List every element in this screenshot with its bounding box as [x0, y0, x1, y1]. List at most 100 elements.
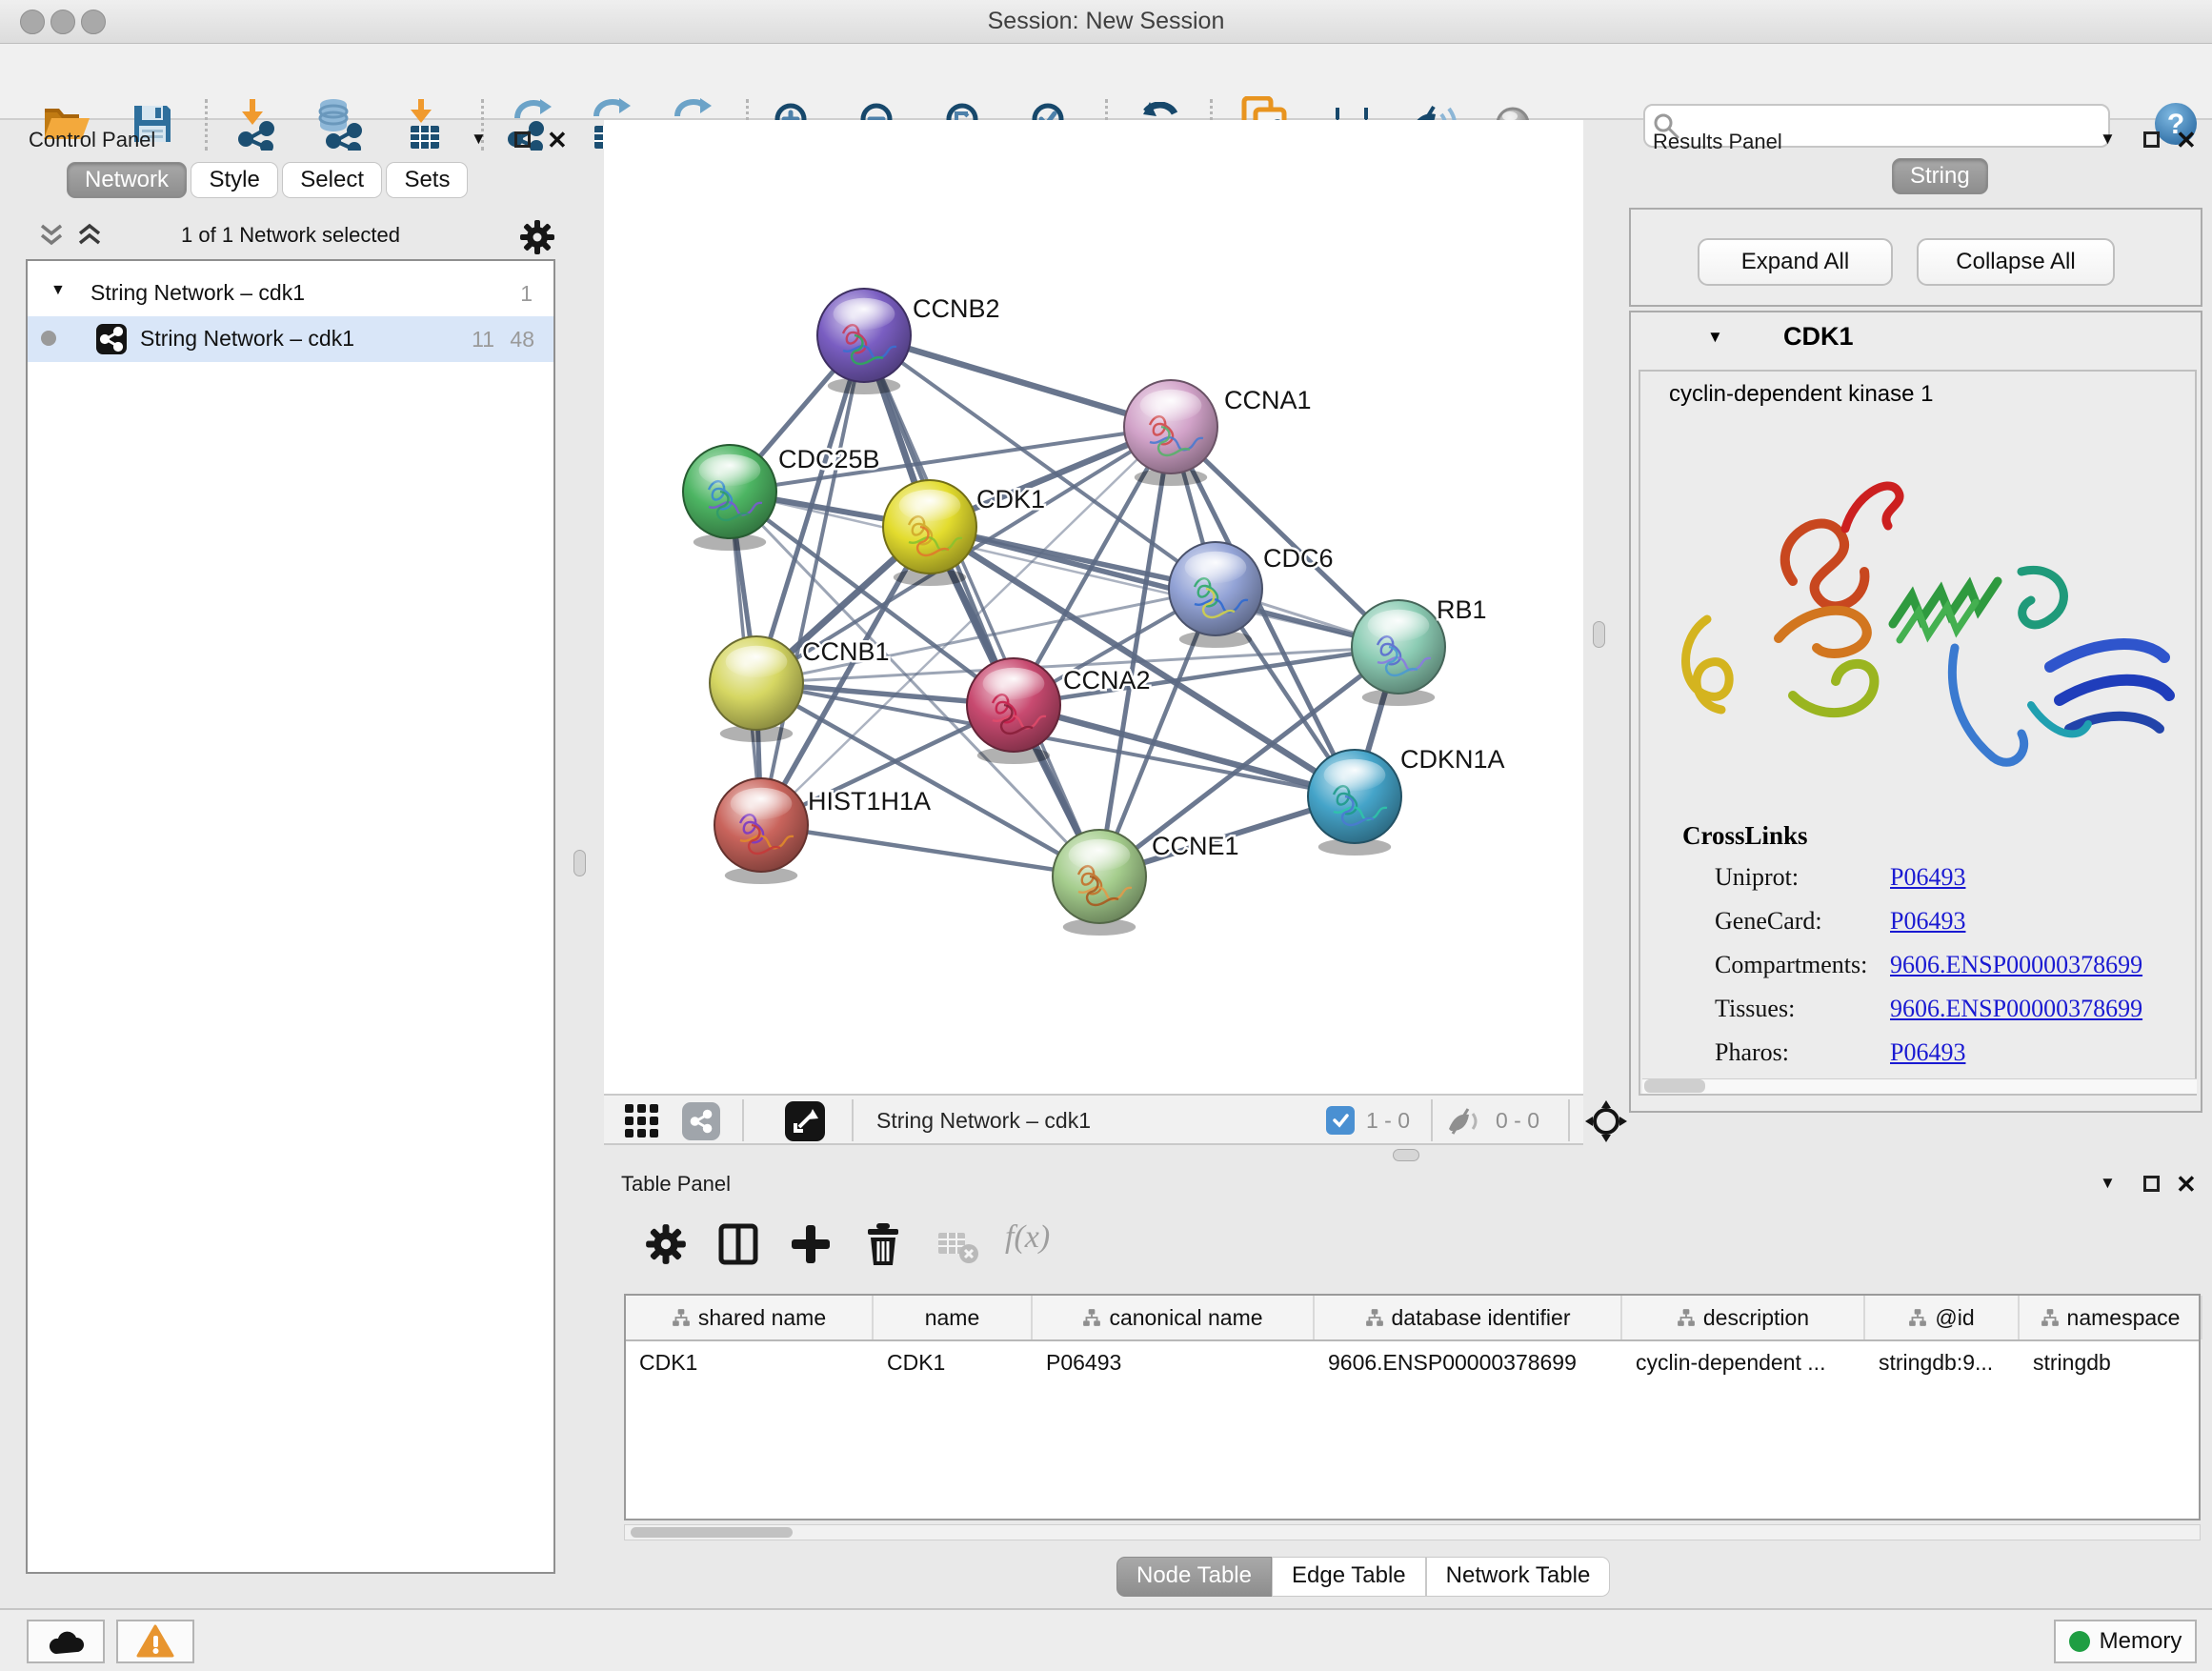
collection-disclosure-icon[interactable]: ▼: [50, 282, 66, 299]
network-status-dot-icon: [41, 331, 56, 346]
left-splitter-handle[interactable]: [573, 850, 586, 876]
crosslink-link[interactable]: P06493: [1890, 1038, 1965, 1067]
crosslink-link[interactable]: P06493: [1890, 907, 1965, 936]
table-panel-menu-icon[interactable]: ▼: [2100, 1174, 2116, 1193]
cell-shared-name[interactable]: CDK1: [626, 1341, 874, 1385]
column-header-canonical-name[interactable]: canonical name: [1033, 1296, 1315, 1339]
node-HIST1H1A[interactable]: HIST1H1A: [714, 778, 931, 884]
column-header-description[interactable]: description: [1622, 1296, 1865, 1339]
tab-style[interactable]: Style: [191, 162, 277, 198]
column-header-name[interactable]: name: [874, 1296, 1033, 1339]
column-header-database-identifier[interactable]: database identifier: [1315, 1296, 1622, 1339]
column-header-namespace[interactable]: namespace: [2020, 1296, 2202, 1339]
warning-icon: [136, 1624, 174, 1659]
cell--id[interactable]: stringdb:9...: [1865, 1341, 2020, 1385]
network-view-toolbar: String Network – cdk1 1 - 0 0 - 0: [604, 1094, 1583, 1145]
crosslink-link[interactable]: P06493: [1890, 863, 1965, 892]
crosslink-label: Pharos:: [1715, 1038, 1789, 1067]
tab-select[interactable]: Select: [282, 162, 382, 198]
crosslink-row: Pharos: P06493: [1640, 1038, 2199, 1082]
cloud-status-button[interactable]: [27, 1620, 105, 1663]
tab-sets[interactable]: Sets: [386, 162, 468, 198]
node-CDC6[interactable]: CDC6: [1169, 542, 1334, 648]
node-label-CDC25B: CDC25B: [778, 445, 880, 473]
edge-HIST1H1A-CCNE1[interactable]: [761, 825, 1099, 876]
scrollbar-thumb[interactable]: [631, 1527, 793, 1538]
table-options-gear-icon[interactable]: [645, 1223, 687, 1265]
network-list-header: 1 of 1 Network selected: [26, 215, 555, 257]
node-label-RB1: RB1: [1437, 595, 1487, 624]
tab-network[interactable]: Network: [67, 162, 187, 198]
table-panel-float-icon[interactable]: [2143, 1176, 2160, 1192]
network-canvas[interactable]: CCNB2CCNA1CDC25BCDK1CDC6RB1CCNB1CCNA2CDK…: [604, 120, 1583, 1094]
node-label-CDKN1A: CDKN1A: [1400, 745, 1505, 774]
network-options-gear-icon[interactable]: [519, 219, 555, 255]
warnings-button[interactable]: [116, 1620, 194, 1663]
column-header-shared-name[interactable]: shared name: [626, 1296, 874, 1339]
control-panel-float-icon[interactable]: [514, 131, 531, 148]
import-network-from-database-icon[interactable]: [310, 93, 371, 154]
collapse-all-button[interactable]: Collapse All: [1917, 238, 2115, 286]
table-panel-title: Table Panel: [621, 1172, 731, 1197]
expand-all-button[interactable]: Expand All: [1698, 238, 1893, 286]
main-toolbar: ?: [0, 44, 2212, 120]
results-scrollbar[interactable]: [1642, 1078, 2197, 1094]
crosslink-link[interactable]: 9606.ENSP00000378699: [1890, 951, 2142, 979]
show-columns-icon[interactable]: [717, 1223, 759, 1265]
delete-column-trash-icon[interactable]: [862, 1223, 904, 1265]
network-graph[interactable]: CCNB2CCNA1CDC25BCDK1CDC6RB1CCNB1CCNA2CDK…: [604, 120, 1583, 1094]
table-horizontal-scrollbar[interactable]: [624, 1524, 2201, 1540]
results-panel-close-icon[interactable]: ✕: [2176, 128, 2197, 152]
results-panel-menu-icon[interactable]: ▼: [2100, 130, 2116, 149]
results-panel-float-icon[interactable]: [2143, 131, 2160, 148]
network-view-type-icon[interactable]: [682, 1102, 720, 1140]
import-network-from-file-icon[interactable]: [227, 93, 288, 154]
crosslink-link[interactable]: 9606.ENSP00000378699: [1890, 995, 2142, 1023]
import-table-from-file-icon[interactable]: [393, 93, 454, 154]
edge-CCNB2-CCNA1[interactable]: [864, 335, 1171, 427]
toolbar-separator: [742, 1099, 744, 1141]
tab-string[interactable]: String: [1892, 158, 1988, 194]
birds-eye-view-icon[interactable]: [785, 1101, 825, 1141]
node-label-CCNE1: CCNE1: [1152, 832, 1239, 860]
gene-disclosure-icon[interactable]: ▼: [1707, 328, 1723, 347]
crosslinks-list: Uniprot:P06493GeneCard:P06493Compartment…: [1640, 863, 2199, 1082]
results-actions-box: Expand All Collapse All: [1629, 208, 2202, 307]
tab-node-table[interactable]: Node Table: [1116, 1557, 1272, 1597]
fit-selected-crosshair-icon[interactable]: [1585, 1100, 1627, 1142]
grid-view-icon[interactable]: [625, 1104, 659, 1138]
cell-database-identifier[interactable]: 9606.ENSP00000378699: [1315, 1341, 1622, 1385]
selected-nodes-checkbox-icon[interactable]: [1326, 1106, 1355, 1135]
node-RB1[interactable]: RB1: [1352, 595, 1487, 706]
crosslink-row: Uniprot: P06493: [1640, 863, 2199, 907]
create-column-icon[interactable]: [790, 1223, 832, 1265]
network-collection-row[interactable]: ▼ String Network – cdk1 1: [28, 271, 553, 316]
hidden-elements-icon[interactable]: [1446, 1106, 1484, 1137]
node-CCNA2[interactable]: CCNA2: [967, 658, 1151, 764]
tab-network-table[interactable]: Network Table: [1426, 1557, 1611, 1597]
node-CDC25B[interactable]: CDC25B: [683, 445, 880, 551]
control-panel-menu-icon[interactable]: ▼: [471, 130, 487, 149]
memory-button[interactable]: Memory: [2054, 1620, 2197, 1663]
table-panel-close-icon[interactable]: ✕: [2176, 1172, 2197, 1197]
cell-canonical-name[interactable]: P06493: [1033, 1341, 1315, 1385]
crosslink-label: Uniprot:: [1715, 863, 1799, 892]
gene-symbol: CDK1: [1783, 322, 1854, 352]
network-label: String Network – cdk1: [140, 326, 354, 352]
cell-name[interactable]: CDK1: [874, 1341, 1033, 1385]
node-CCNE1[interactable]: CCNE1: [1053, 830, 1239, 936]
bottom-splitter-handle[interactable]: [1393, 1149, 1419, 1161]
node-CCNB2[interactable]: CCNB2: [817, 289, 1000, 394]
table-row[interactable]: CDK1CDK1P064939606.ENSP00000378699cyclin…: [626, 1341, 2199, 1385]
cell-namespace[interactable]: stringdb: [2020, 1341, 2202, 1385]
tab-edge-table[interactable]: Edge Table: [1272, 1557, 1426, 1597]
right-splitter-handle[interactable]: [1593, 621, 1605, 648]
collection-label: String Network – cdk1: [90, 280, 305, 306]
cell-description[interactable]: cyclin-dependent ...: [1622, 1341, 1865, 1385]
node-table: shared namenamecanonical namedatabase id…: [624, 1294, 2201, 1520]
network-row-selected[interactable]: String Network – cdk1 11 48: [28, 316, 553, 362]
function-builder-icon: f(x): [1005, 1219, 1050, 1256]
column-header--id[interactable]: @id: [1865, 1296, 2020, 1339]
control-panel-close-icon[interactable]: ✕: [547, 128, 568, 152]
node-CDKN1A[interactable]: CDKN1A: [1308, 745, 1505, 856]
